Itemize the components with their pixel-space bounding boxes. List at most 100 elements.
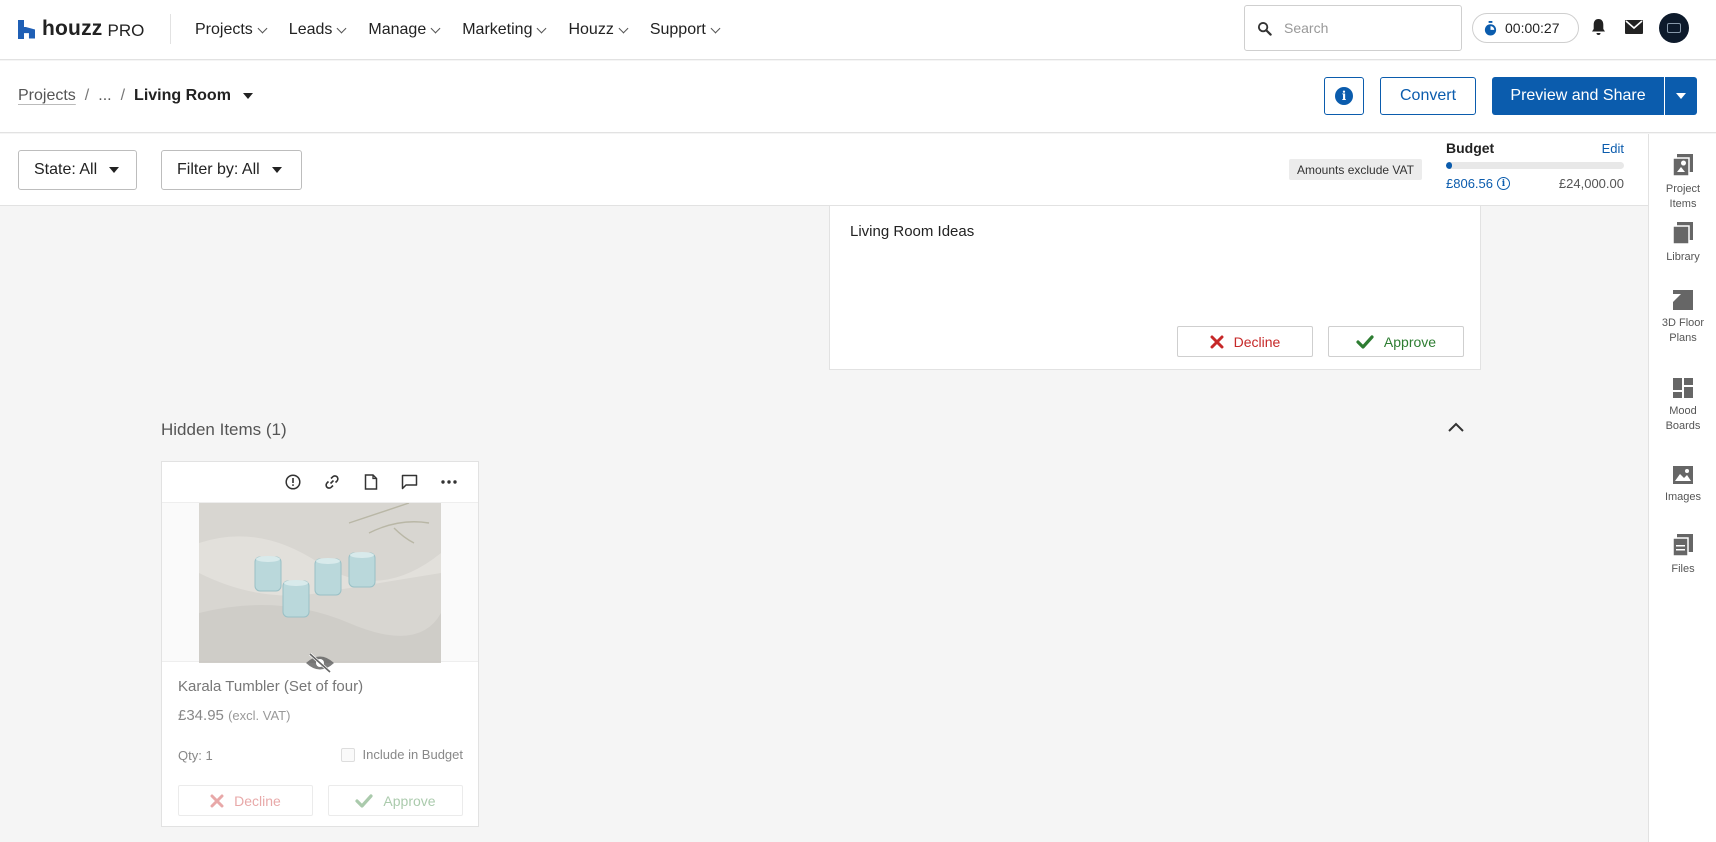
files-icon <box>1673 534 1693 556</box>
link-icon[interactable] <box>312 472 351 492</box>
chevron-down-icon <box>257 23 268 33</box>
info-icon: i <box>1335 87 1353 105</box>
rail-label: Boards <box>1665 420 1701 432</box>
rail-library[interactable]: Library <box>1649 222 1716 265</box>
item-decline-label: Decline <box>234 792 281 809</box>
budget-spent-value: £806.56 <box>1446 176 1493 191</box>
main-menu: Projects Leads Manage Marketing Houzz Su… <box>195 0 742 60</box>
nav-leads[interactable]: Leads <box>288 21 347 39</box>
project-header: Projects / ... / Living Room i Convert P… <box>0 61 1716 133</box>
rail-files[interactable]: Files <box>1649 534 1716 577</box>
more-options-icon[interactable] <box>429 472 468 492</box>
breadcrumb-projects[interactable]: Projects <box>18 87 76 105</box>
ideas-title: Living Room Ideas <box>850 223 975 240</box>
rail-label: Items <box>1669 198 1697 210</box>
hidden-items-heading: Hidden Items (1) <box>161 420 287 439</box>
library-icon <box>1673 222 1693 244</box>
search-input[interactable] <box>1284 20 1434 36</box>
item-name[interactable]: Karala Tumbler (Set of four) <box>178 678 363 695</box>
nav-divider <box>170 14 171 44</box>
include-in-budget-checkbox[interactable]: Include in Budget <box>340 747 463 762</box>
avatar-logo-icon <box>1667 23 1681 33</box>
nav-marketing-label: Marketing <box>462 21 533 38</box>
right-sidebar: Project Items Library 3D Floor Plans Mood B… <box>1648 134 1716 842</box>
state-filter-label: State: All <box>34 161 98 178</box>
budget-widget: Budget Edit £806.56 i £24,000.00 <box>1446 140 1624 191</box>
info-icon[interactable] <box>273 472 312 492</box>
item-image-area <box>162 502 478 663</box>
nav-support-label: Support <box>649 21 706 38</box>
preview-dropdown-button[interactable] <box>1665 77 1697 115</box>
chevron-down-icon <box>430 23 441 33</box>
filter-by-label: Filter by: All <box>177 161 260 178</box>
check-icon <box>355 793 374 808</box>
mood-boards-icon <box>1673 378 1693 398</box>
state-filter-dropdown[interactable]: State: All <box>18 150 137 190</box>
preview-and-share-button[interactable]: Preview and Share <box>1492 77 1664 115</box>
stopwatch-icon <box>1484 20 1497 36</box>
rail-images[interactable]: Images <box>1649 466 1716 505</box>
check-icon <box>1356 334 1374 349</box>
brand-name: houzz <box>42 17 103 40</box>
breadcrumb: Projects / ... / Living Room <box>18 87 253 105</box>
search-icon <box>1257 21 1272 36</box>
chevron-down-icon <box>710 23 721 33</box>
convert-button[interactable]: Convert <box>1380 77 1476 115</box>
rail-project-items[interactable]: Project Items <box>1649 154 1716 212</box>
item-approve-button[interactable]: Approve <box>328 785 463 816</box>
caret-down-icon[interactable] <box>242 93 253 99</box>
avatar[interactable] <box>1659 13 1689 43</box>
nav-projects[interactable]: Projects <box>195 21 268 39</box>
nav-houzz-label: Houzz <box>568 21 614 38</box>
budget-edit-link[interactable]: Edit <box>1602 141 1624 156</box>
houzz-pro-logo[interactable]: houzz PRO <box>18 17 144 41</box>
breadcrumb-current: Living Room <box>134 87 231 104</box>
checkbox-icon[interactable] <box>340 747 355 762</box>
info-button[interactable]: i <box>1324 77 1364 115</box>
approve-button[interactable]: Approve <box>1328 326 1464 357</box>
comment-icon[interactable] <box>390 472 429 492</box>
top-navigation: houzz PRO Projects Leads Manage Marketin… <box>0 0 1716 60</box>
rail-label: Plans <box>1669 332 1697 344</box>
item-decline-button[interactable]: Decline <box>178 785 313 816</box>
rail-label: Project <box>1665 183 1701 195</box>
breadcrumb-separator: / <box>120 87 126 104</box>
info-icon[interactable]: i <box>1497 177 1510 190</box>
nav-manage[interactable]: Manage <box>368 21 441 39</box>
timer-value: 00:00:27 <box>1505 20 1560 36</box>
filter-bar: State: All Filter by: All Amounts exclud… <box>0 134 1648 206</box>
vat-badge: Amounts exclude VAT <box>1289 159 1422 180</box>
nav-houzz[interactable]: Houzz <box>568 21 629 39</box>
x-icon <box>1210 335 1224 348</box>
chevron-up-icon[interactable] <box>1448 422 1464 432</box>
filter-by-dropdown[interactable]: Filter by: All <box>161 150 302 190</box>
rail-mood-boards[interactable]: Mood Boards <box>1649 378 1716 434</box>
rail-3d-floor-plans[interactable]: 3D Floor Plans <box>1649 290 1716 346</box>
include-in-budget-label: Include in Budget <box>362 747 463 762</box>
nav-marketing[interactable]: Marketing <box>462 21 547 39</box>
item-card[interactable]: Karala Tumbler (Set of four) £34.95 (exc… <box>161 461 479 827</box>
x-icon <box>210 794 224 807</box>
rail-label: 3D Floor <box>1661 317 1705 329</box>
rail-label: Images <box>1664 491 1702 503</box>
search-box[interactable] <box>1244 5 1462 51</box>
chevron-down-icon <box>618 23 629 33</box>
item-price-note: (excl. VAT) <box>228 708 291 723</box>
budget-progress-fill <box>1446 162 1453 169</box>
document-icon[interactable] <box>351 472 390 492</box>
breadcrumb-ellipsis[interactable]: ... <box>98 87 111 105</box>
item-approve-label: Approve <box>383 792 436 809</box>
decline-button[interactable]: Decline <box>1177 326 1313 357</box>
item-price-value: £34.95 <box>178 707 224 724</box>
nav-leads-label: Leads <box>288 21 333 38</box>
item-quantity: Qty: 1 <box>178 748 213 763</box>
caret-down-icon <box>1676 93 1686 99</box>
time-tracker[interactable]: 00:00:27 <box>1472 13 1579 43</box>
bell-icon[interactable] <box>1590 18 1607 36</box>
budget-spent[interactable]: £806.56 i <box>1446 176 1510 191</box>
houzz-logo-icon <box>18 19 35 39</box>
mail-icon[interactable] <box>1625 20 1643 34</box>
decline-label: Decline <box>1233 333 1281 350</box>
item-photo[interactable] <box>199 503 441 663</box>
nav-support[interactable]: Support <box>649 21 721 39</box>
